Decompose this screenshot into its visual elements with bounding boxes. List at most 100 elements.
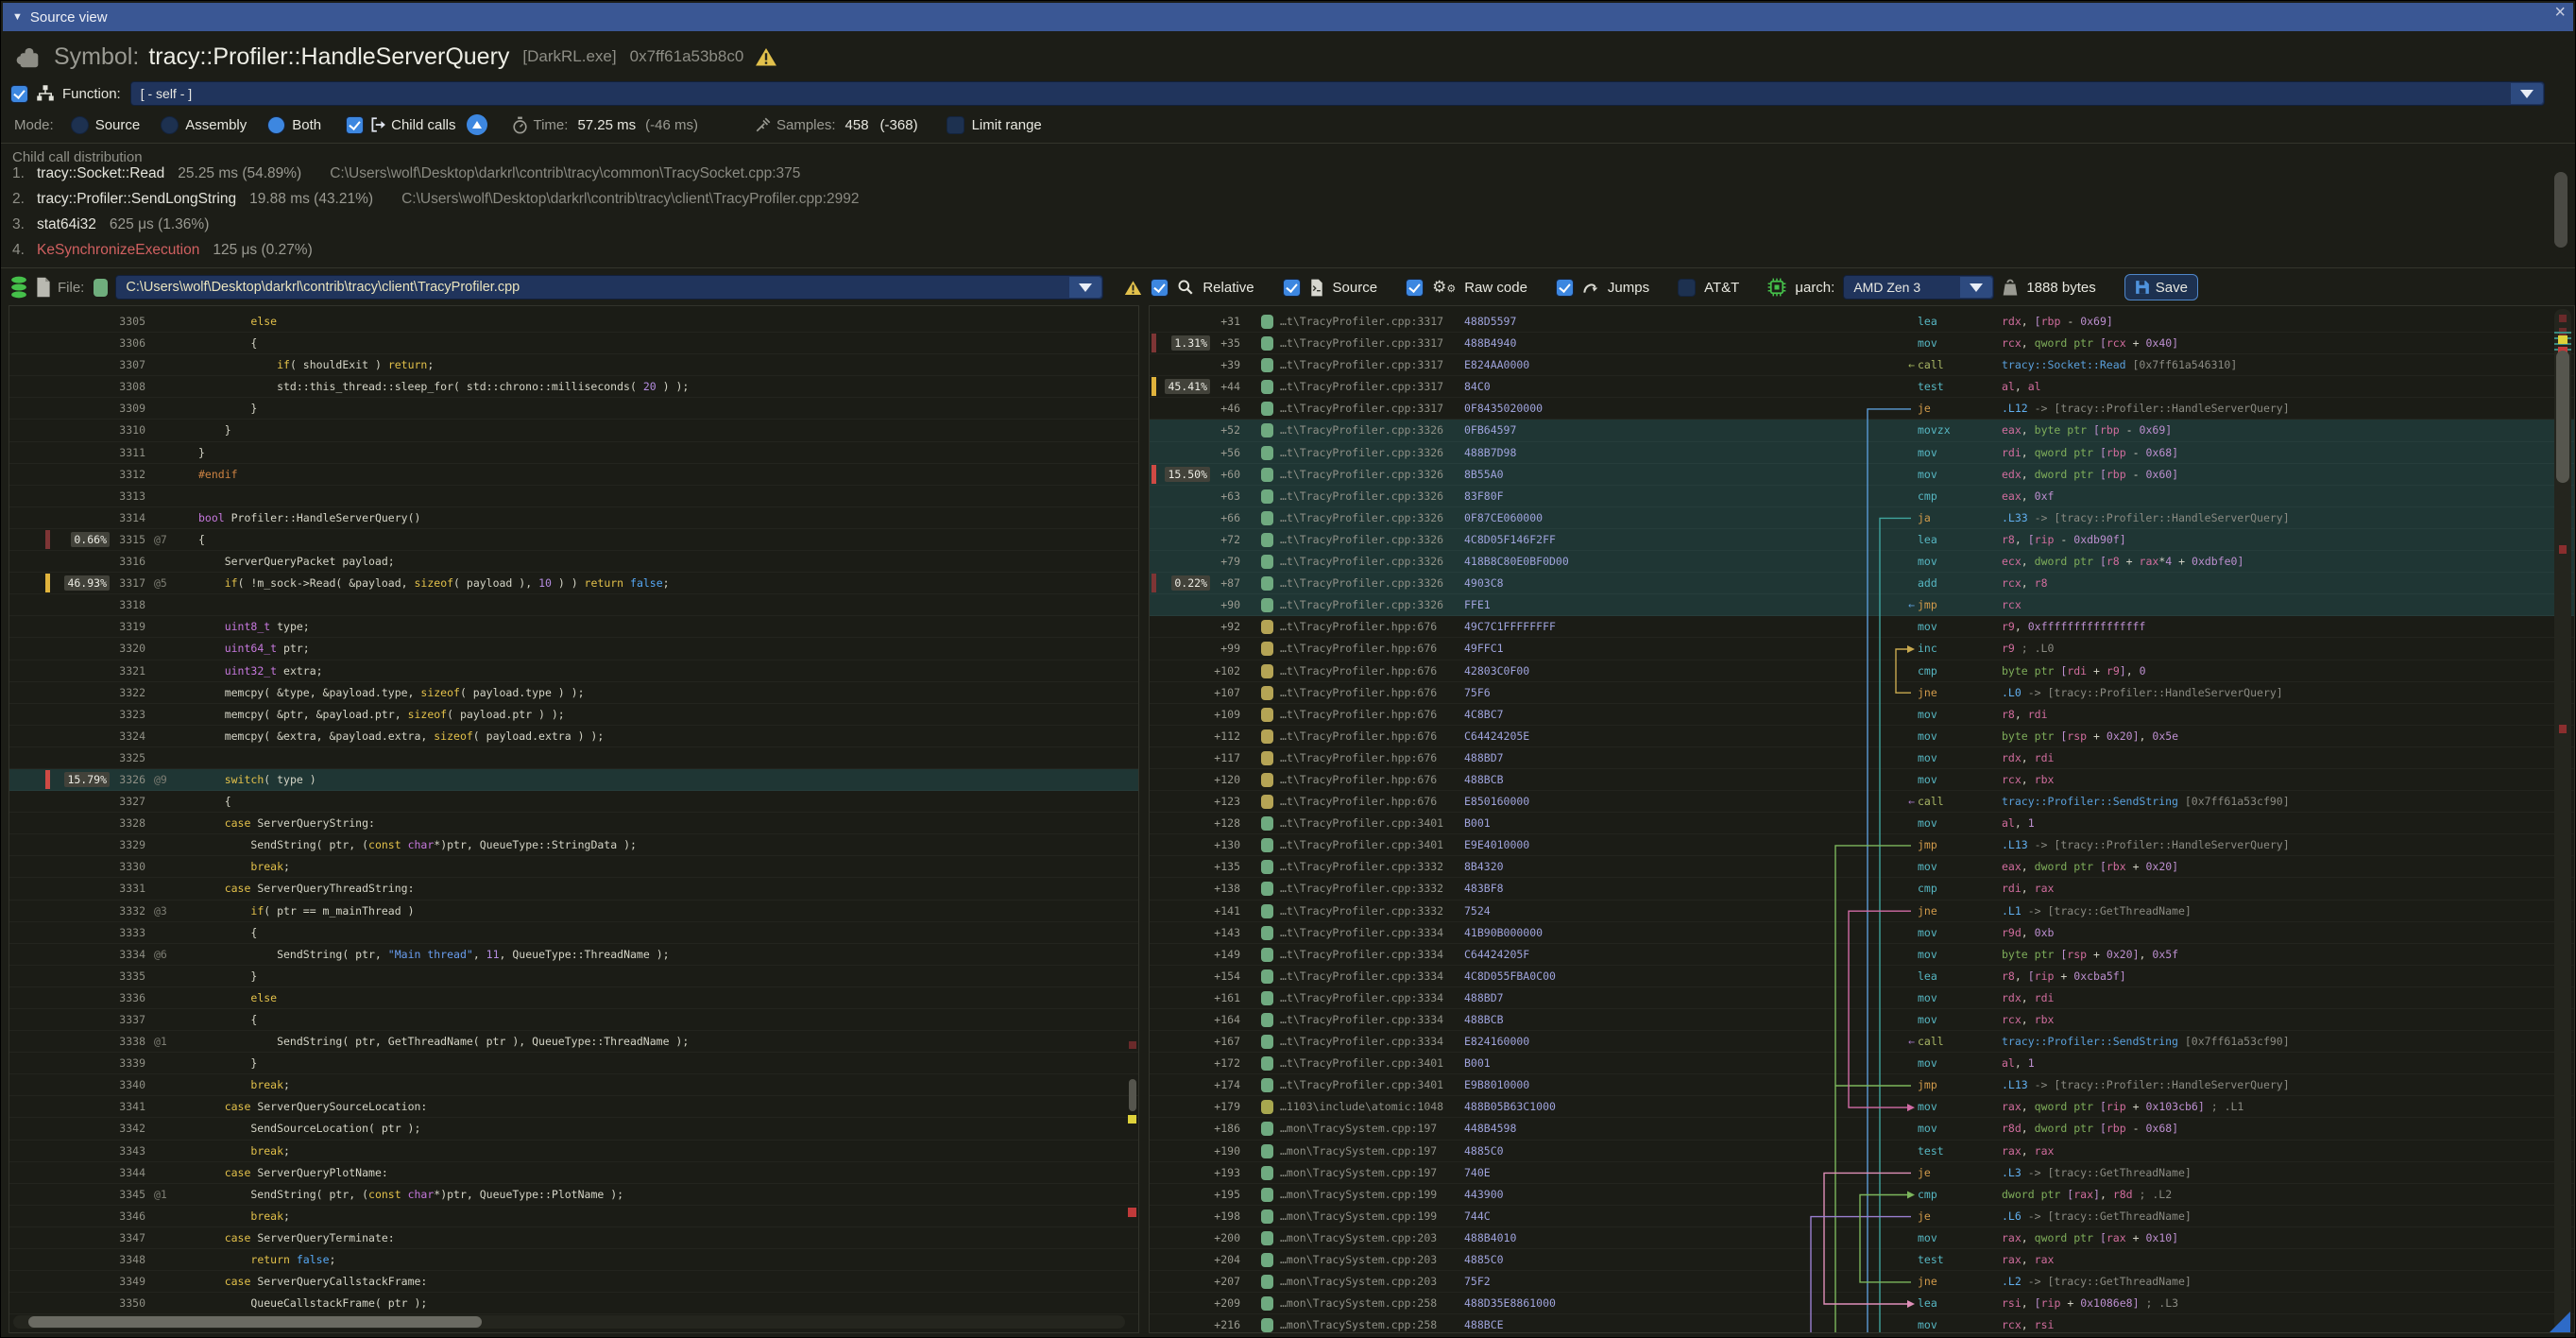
asm-row[interactable]: +198…mon\TracySystem.cpp:199744Cje.L6 ->… <box>1150 1206 2574 1227</box>
source-row[interactable]: 3319 uint8_t type; <box>9 616 1138 638</box>
function-checkbox[interactable] <box>10 85 28 103</box>
asm-row[interactable]: +112…t\TracyProfiler.hpp:676C64424205Emo… <box>1150 726 2574 747</box>
source-label[interactable]: Source <box>1333 280 1378 296</box>
asm-row[interactable]: +207…mon\TracySystem.cpp:20375F2jne.L2 -… <box>1150 1271 2574 1293</box>
asm-row[interactable]: 0.22%+87…t\TracyProfiler.cpp:33264903C8a… <box>1150 573 2574 594</box>
source-row[interactable]: 3332@3 if( ptr == m_mainThread ) <box>9 901 1138 922</box>
assembly-vscrollbar[interactable] <box>2554 309 2571 1331</box>
source-hscroll-thumb[interactable] <box>28 1316 482 1328</box>
jumps-label[interactable]: Jumps <box>1608 280 1649 296</box>
radio-assembly[interactable] <box>161 116 179 134</box>
asm-row[interactable]: +135…t\TracyProfiler.cpp:33328B4320movea… <box>1150 856 2574 878</box>
source-row[interactable]: 3309 } <box>9 398 1138 420</box>
title-bar[interactable]: ▼ Source view <box>3 3 2573 31</box>
asm-row[interactable]: +56…t\TracyProfiler.cpp:3326488B7D98movr… <box>1150 442 2574 464</box>
source-row[interactable]: 3323 memcpy( &ptr, &payload.ptr, sizeof(… <box>9 704 1138 726</box>
source-row[interactable]: 3310 } <box>9 420 1138 441</box>
source-row[interactable]: 3331 case ServerQueryThreadString: <box>9 878 1138 900</box>
source-row[interactable]: 3320 uint64_t ptr; <box>9 638 1138 660</box>
att-checkbox[interactable] <box>1678 279 1696 297</box>
source-row[interactable]: 3334@6 SendString( ptr, "Main thread", 1… <box>9 944 1138 966</box>
asm-row[interactable]: +143…t\TracyProfiler.cpp:333441B90B00000… <box>1150 922 2574 944</box>
source-row[interactable]: 0.66%3315@7{ <box>9 529 1138 551</box>
distribution-scrollbar[interactable] <box>2554 172 2567 248</box>
source-row[interactable]: 3307 if( shouldExit ) return; <box>9 354 1138 376</box>
asm-row[interactable]: +179…1103\include\atomic:1048488B05B63C1… <box>1150 1096 2574 1118</box>
chevron-down-icon[interactable] <box>1960 277 1992 298</box>
source-row[interactable]: 3314bool Profiler::HandleServerQuery() <box>9 507 1138 529</box>
chevron-down-icon[interactable] <box>1069 277 1101 298</box>
asm-row[interactable]: +195…mon\TracySystem.cpp:199443900cmpdwo… <box>1150 1184 2574 1206</box>
asm-row[interactable]: +31…t\TracyProfiler.cpp:3317488D5597lear… <box>1150 311 2574 333</box>
close-icon[interactable]: × <box>2554 2 2566 24</box>
raw-code-label[interactable]: Raw code <box>1464 280 1527 296</box>
source-vscrollbar[interactable] <box>1127 312 1136 1310</box>
source-row[interactable]: 3318 <box>9 594 1138 616</box>
jumps-checkbox[interactable] <box>1556 279 1574 297</box>
source-row[interactable]: 46.93%3317@5 if( !m_sock->Read( &payload… <box>9 573 1138 594</box>
asm-row[interactable]: +161…t\TracyProfiler.cpp:3334488BD7movrd… <box>1150 987 2574 1009</box>
distribution-item[interactable]: 2.tracy::Profiler::SendLongString19.88 m… <box>1 191 2575 216</box>
asm-row[interactable]: +99…t\TracyProfiler.hpp:67649FFC1incr9 ;… <box>1150 638 2574 660</box>
asm-row[interactable]: +130…t\TracyProfiler.cpp:3401E9E4010000j… <box>1150 834 2574 856</box>
asm-row[interactable]: +90…t\TracyProfiler.cpp:3326FFE1←jmprcx <box>1150 594 2574 616</box>
relative-checkbox[interactable] <box>1151 279 1169 297</box>
source-row[interactable]: 3327 { <box>9 791 1138 813</box>
radio-source[interactable] <box>71 116 89 134</box>
asm-row[interactable]: +79…t\TracyProfiler.cpp:3326418B8C80E0BF… <box>1150 551 2574 573</box>
source-row[interactable]: 3349 case ServerQueryCallstackFrame: <box>9 1271 1138 1293</box>
asm-row[interactable]: +66…t\TracyProfiler.cpp:33260F87CE060000… <box>1150 507 2574 529</box>
source-row[interactable]: 3346 break; <box>9 1206 1138 1227</box>
function-select[interactable]: [ - self - ] <box>130 81 2545 106</box>
asm-row[interactable]: +190…mon\TracySystem.cpp:1974885C0testra… <box>1150 1141 2574 1162</box>
asm-row[interactable]: +117…t\TracyProfiler.hpp:676488BD7movrdx… <box>1150 747 2574 769</box>
source-row[interactable]: 3311} <box>9 442 1138 464</box>
asm-row[interactable]: 1.31%+35…t\TracyProfiler.cpp:3317488B494… <box>1150 333 2574 354</box>
source-row[interactable]: 3350 QueueCallstackFrame( ptr ); <box>9 1293 1138 1314</box>
source-row[interactable]: 15.79%3326@9 switch( type ) <box>9 769 1138 791</box>
asm-row[interactable]: +167…t\TracyProfiler.cpp:3334E824160000←… <box>1150 1031 2574 1053</box>
source-row[interactable]: 3338@1 SendString( ptr, GetThreadName( p… <box>9 1031 1138 1053</box>
source-row[interactable]: 3316 ServerQueryPacket payload; <box>9 551 1138 573</box>
save-button[interactable]: Save <box>2124 274 2198 300</box>
source-row[interactable]: 3308 std::this_thread::sleep_for( std::c… <box>9 376 1138 398</box>
resize-grip[interactable] <box>2550 1312 2570 1332</box>
asm-row[interactable]: +123…t\TracyProfiler.hpp:676E850160000←c… <box>1150 791 2574 813</box>
asm-row[interactable]: +186…mon\TracySystem.cpp:197448B4598movr… <box>1150 1118 2574 1140</box>
source-row[interactable]: 3335 } <box>9 966 1138 987</box>
chevron-down-icon[interactable] <box>2511 83 2543 104</box>
uarch-select[interactable]: AMD Zen 3 <box>1843 275 1994 300</box>
asm-row[interactable]: +149…t\TracyProfiler.cpp:3334C64424205Fm… <box>1150 944 2574 966</box>
asm-row[interactable]: +107…t\TracyProfiler.hpp:67675F6jne.L0 -… <box>1150 682 2574 704</box>
asm-row[interactable]: +209…mon\TracySystem.cpp:258488D35E88610… <box>1150 1293 2574 1314</box>
asm-row[interactable]: +39…t\TracyProfiler.cpp:3317E824AA0000←c… <box>1150 354 2574 376</box>
asm-row[interactable]: +193…mon\TracySystem.cpp:197740Eje.L3 ->… <box>1150 1162 2574 1184</box>
source-row[interactable]: 3322 memcpy( &type, &payload.type, sizeo… <box>9 682 1138 704</box>
radio-both[interactable] <box>267 116 285 134</box>
parent-function-button[interactable] <box>467 114 487 135</box>
child-calls-label[interactable]: Child calls <box>391 117 455 133</box>
radio-assembly-label[interactable]: Assembly <box>185 117 247 133</box>
limit-range-checkbox[interactable] <box>947 116 964 134</box>
source-row[interactable]: 3336 else <box>9 987 1138 1009</box>
source-row[interactable]: 3345@1 SendString( ptr, (const char*)ptr… <box>9 1184 1138 1206</box>
source-row[interactable]: 3324 memcpy( &extra, &payload.extra, siz… <box>9 726 1138 747</box>
asm-row[interactable]: +46…t\TracyProfiler.cpp:33170F8435020000… <box>1150 398 2574 420</box>
source-row[interactable]: 3306 { <box>9 333 1138 354</box>
source-row[interactable]: 3313 <box>9 486 1138 507</box>
radio-source-label[interactable]: Source <box>95 117 141 133</box>
asm-row[interactable]: +102…t\TracyProfiler.hpp:67642803C0F00cm… <box>1150 660 2574 682</box>
relative-label[interactable]: Relative <box>1203 280 1254 296</box>
source-row[interactable]: 3340 break; <box>9 1074 1138 1096</box>
asm-row[interactable]: 15.50%+60…t\TracyProfiler.cpp:33268B55A0… <box>1150 464 2574 486</box>
collapse-icon[interactable]: ▼ <box>12 11 23 23</box>
source-row[interactable]: 3329 SendString( ptr, (const char*)ptr, … <box>9 834 1138 856</box>
asm-row[interactable]: +109…t\TracyProfiler.hpp:6764C8BC7movr8,… <box>1150 704 2574 726</box>
asm-row[interactable]: +138…t\TracyProfiler.cpp:3332483BF8cmprd… <box>1150 878 2574 900</box>
source-row[interactable]: 3321 uint32_t extra; <box>9 660 1138 682</box>
source-row[interactable]: 3305 else <box>9 311 1138 333</box>
child-calls-checkbox[interactable] <box>346 116 364 134</box>
asm-row[interactable]: +128…t\TracyProfiler.cpp:3401B001moval, … <box>1150 813 2574 834</box>
source-row[interactable]: 3325 <box>9 747 1138 769</box>
asm-row[interactable]: +154…t\TracyProfiler.cpp:33344C8D055FBA0… <box>1150 966 2574 987</box>
